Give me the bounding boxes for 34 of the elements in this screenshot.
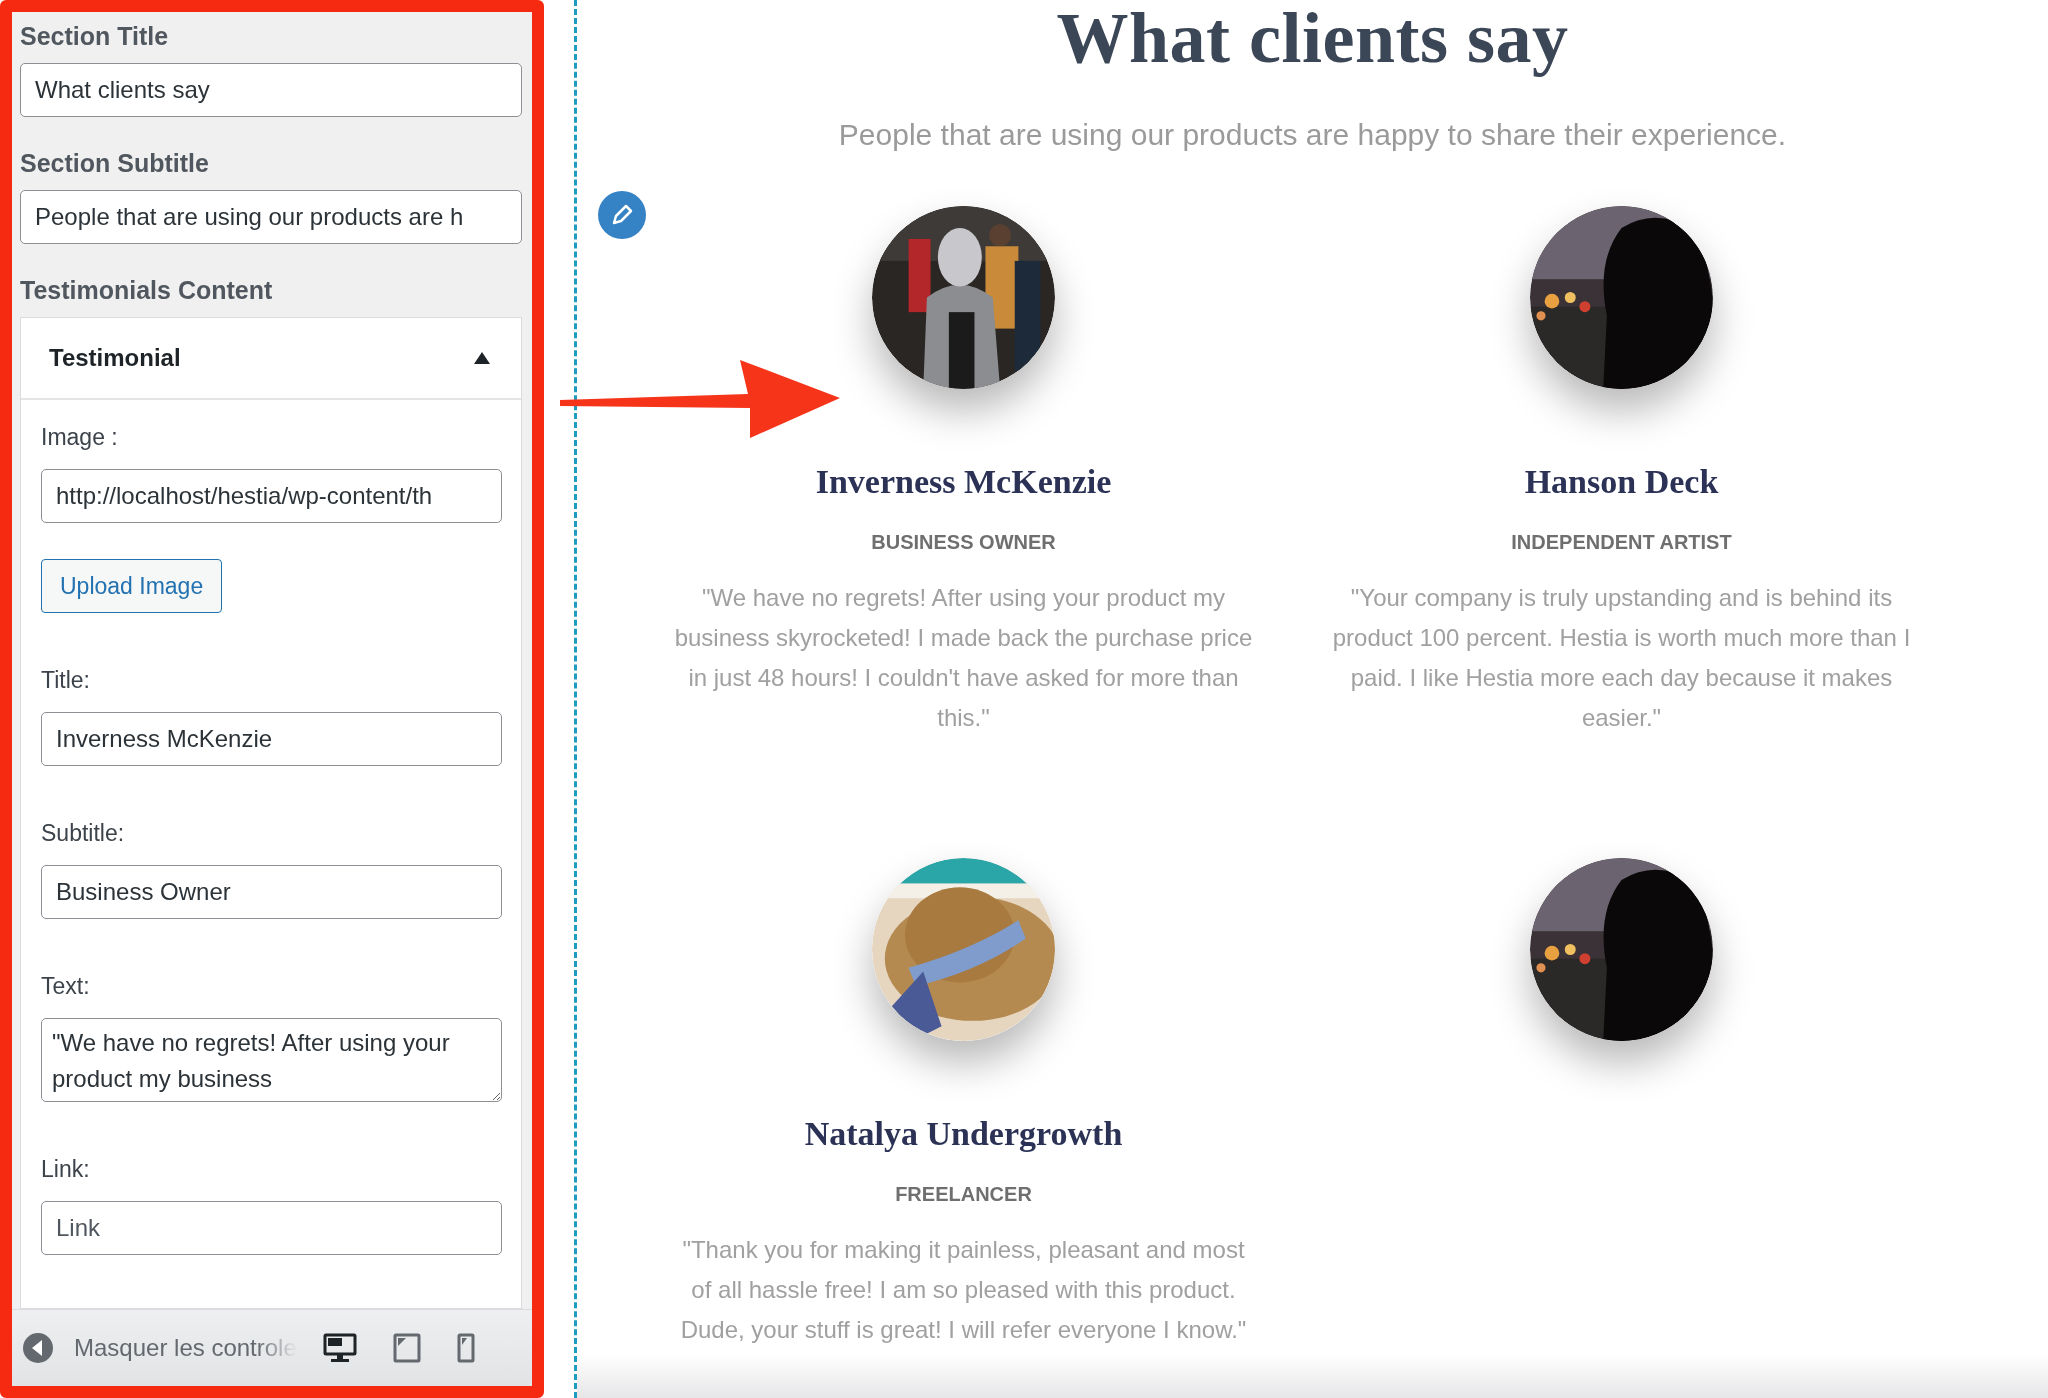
upload-button[interactable]: Upload Image [41, 559, 223, 613]
section-subtitle: People that are using our products are happy to share their experience. [838, 118, 1787, 152]
testimonial-role: INDEPENDENT ARTIST [1511, 531, 1732, 554]
field-label: Section Title [20, 22, 170, 51]
input-field[interactable]: Business Owner [41, 865, 502, 919]
testimonial-role: FREELANCER [895, 1183, 1032, 1206]
field-label: Subtitle: [41, 820, 125, 847]
field-label: Link: [41, 1156, 90, 1183]
input-field[interactable]: http://localhost/hestia/wp-content/th [41, 469, 502, 523]
field-label: Image : [41, 424, 118, 451]
testimonial-quote: "We have no regrets! After using your product my business skyrocketed! I made back the purchase price in just 48 hours! I couldn't have asked for more than this." [673, 583, 1254, 733]
testimonial-name: Natalya Undergrowth [804, 1115, 1123, 1153]
field-label: Text: [41, 973, 90, 1000]
edit-icon[interactable] [597, 190, 647, 240]
section-heading: Testimonials Content [20, 276, 274, 305]
input-field[interactable]: What clients say [20, 63, 522, 117]
testimonial-role: BUSINESS OWNER [871, 531, 1056, 554]
tablet-icon[interactable] [392, 1333, 421, 1363]
triangle-icon [473, 351, 491, 365]
testimonial-name: Inverness McKenzie [815, 463, 1112, 501]
input-field[interactable]: People that are using our products are h [20, 190, 522, 244]
testimonial-quote: "Your company is truly upstanding and is behind its product 100 percent. Hestia is worth much more than I paid. I like Hestia more each day because it makes easier." [1331, 583, 1912, 733]
text-area[interactable]: "We have no regrets! After using your product my business [41, 1018, 502, 1102]
collapse-icon[interactable] [22, 1332, 54, 1364]
mobile-icon[interactable] [456, 1333, 475, 1363]
testimonial-name: Hanson Deck [1524, 463, 1719, 501]
accordion-header[interactable]: Testimonial [21, 318, 521, 400]
desktop-icon[interactable] [322, 1333, 357, 1363]
section-title: What clients say [1056, 0, 1569, 80]
field-label: Title: [41, 667, 90, 694]
input-field[interactable]: Inverness McKenzie [41, 712, 502, 766]
testimonial-quote: "Thank you for making it painless, pleasant and most of all hassle free! I am so pleased with this product. Dude, your stuff is great! I will refer everyone I know." [679, 1235, 1248, 1345]
field-label: Section Subtitle [20, 149, 210, 178]
input-field[interactable]: Link [41, 1201, 502, 1255]
